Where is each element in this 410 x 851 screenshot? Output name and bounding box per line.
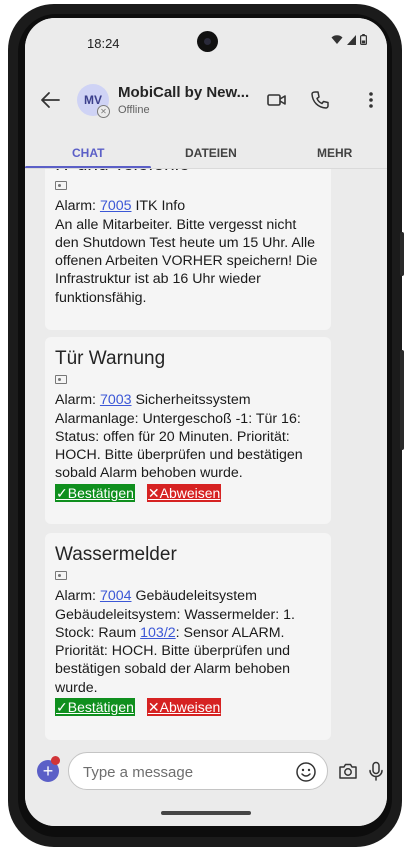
tab-dateien[interactable]: DATEIEN (185, 146, 237, 160)
video-call-icon[interactable] (265, 88, 289, 112)
alarm-prefix: Alarm: (55, 588, 100, 605)
confirm-button[interactable]: ✓Bestätigen (55, 698, 135, 717)
message-bubble: Wassermelder Alarm: 7004 Gebäudeleitsyst… (45, 533, 331, 740)
message-bubble: IT und Telefonie Alarm: 7005 ITK Info An… (45, 169, 331, 330)
tab-mehr[interactable]: MEHR (317, 146, 352, 160)
image-placeholder-icon (55, 571, 67, 580)
message-body: Alarmanlage: Untergeschoß -1: Tür 16: St… (55, 410, 303, 482)
message-list[interactable]: IT und Telefonie Alarm: 7005 ITK Info An… (25, 169, 387, 747)
alarm-actions: ✓Bestätigen ✕Abweisen (55, 698, 321, 718)
dismiss-button[interactable]: ✕Abweisen (146, 483, 222, 502)
status-time: 18:24 (87, 36, 120, 51)
status-bar: 18:24 (25, 18, 387, 62)
offline-status-icon: ✕ (97, 105, 110, 118)
front-camera (197, 31, 218, 52)
image-placeholder-icon (55, 181, 67, 190)
alarm-system: Sicherheitssystem (131, 392, 251, 409)
alarm-prefix: Alarm: (55, 198, 100, 215)
message-text: Alarm: 7003 Sicherheitssystem Alarmanlag… (55, 391, 321, 482)
confirm-button[interactable]: ✓Bestätigen (55, 483, 135, 502)
room-link[interactable]: 103/2 (140, 625, 176, 641)
home-gesture-bar[interactable] (161, 811, 251, 815)
message-title: IT und Telefonie (55, 169, 321, 177)
tab-bar: CHAT DATEIEN MEHR (25, 140, 387, 168)
more-options-icon[interactable] (359, 88, 383, 112)
alarm-system: Gebäudeleitsystem (131, 588, 257, 605)
system-nav-bar (25, 797, 387, 826)
alarm-prefix: Alarm: (55, 392, 100, 409)
wifi-icon (331, 34, 343, 44)
power-button (400, 232, 404, 276)
alarm-code-link[interactable]: 7003 (100, 392, 132, 408)
message-title: Wassermelder (55, 544, 177, 565)
phone-call-icon[interactable] (308, 88, 332, 112)
message-text: Alarm: 7005 ITK Info An alle Mitarbeiter… (55, 197, 321, 307)
back-arrow-icon[interactable] (37, 86, 65, 114)
image-placeholder-icon (55, 375, 67, 384)
status-icons (331, 34, 367, 45)
alarm-code-link[interactable]: 7004 (100, 588, 132, 604)
message-body: An alle Mitarbeiter. Bitte vergesst nich… (55, 216, 318, 306)
message-input[interactable] (83, 762, 273, 782)
emoji-icon[interactable] (295, 761, 317, 783)
message-text: Alarm: 7004 Gebäudeleitsystem Gebäudelei… (55, 587, 321, 697)
presence-status: Offline (118, 104, 150, 116)
signal-icon (347, 34, 356, 45)
alarm-code-link[interactable]: 7005 (100, 198, 132, 214)
chat-header: MV ✕ MobiCall by New... Offline (25, 62, 387, 140)
battery-icon (360, 34, 367, 45)
message-title: Tür Warnung (55, 348, 166, 369)
alarm-system: ITK Info (131, 198, 186, 215)
chat-title[interactable]: MobiCall by New... (118, 84, 253, 101)
camera-icon[interactable] (337, 760, 359, 782)
alarm-actions: ✓Bestätigen ✕Abweisen (55, 483, 321, 504)
screen: 18:24 MV ✕ MobiCall by New... Offline CH… (25, 18, 387, 826)
volume-button (400, 350, 404, 450)
message-bubble: Tür Warnung Alarm: 7003 Sicherheitssyste… (45, 337, 331, 524)
tab-chat[interactable]: CHAT (72, 146, 104, 160)
message-composer: + (25, 747, 387, 797)
microphone-icon[interactable] (365, 760, 387, 782)
notification-dot (51, 756, 60, 765)
dismiss-button[interactable]: ✕Abweisen (146, 698, 222, 717)
message-input-box[interactable] (68, 752, 328, 790)
